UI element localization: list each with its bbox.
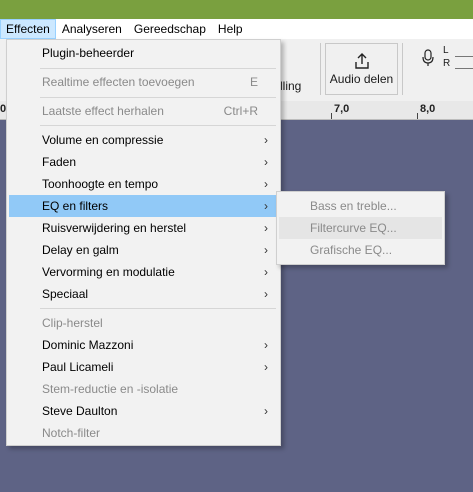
menu-item-eq-filters[interactable]: EQ en filters › bbox=[9, 195, 278, 217]
submenu-arrow-icon: › bbox=[264, 133, 268, 147]
menu-item-volume-compressie[interactable]: Volume en compressie › bbox=[9, 129, 278, 151]
submenu-item-bass-treble: Bass en treble... bbox=[279, 195, 442, 217]
menu-item-realtime-effecten: Realtime effecten toevoegen E bbox=[9, 71, 278, 93]
menu-item-ruisverwijdering[interactable]: Ruisverwijdering en herstel › bbox=[9, 217, 278, 239]
submenu-item-filtercurve-eq: Filtercurve EQ... bbox=[279, 217, 442, 239]
menu-item-label: Clip-herstel bbox=[42, 316, 103, 330]
menu-item-dominic-mazzoni[interactable]: Dominic Mazzoni › bbox=[9, 334, 278, 356]
menu-item-label: Notch-filter bbox=[42, 426, 101, 440]
eq-filters-submenu: Bass en treble... Filtercurve EQ... Graf… bbox=[276, 191, 445, 265]
menu-help[interactable]: Help bbox=[212, 19, 249, 39]
menu-item-faden[interactable]: Faden › bbox=[9, 151, 278, 173]
submenu-arrow-icon: › bbox=[264, 287, 268, 301]
share-upload-icon bbox=[354, 53, 369, 69]
share-audio-label: Audio delen bbox=[329, 72, 394, 86]
menu-separator bbox=[40, 125, 276, 126]
recording-meter[interactable]: L R bbox=[405, 43, 473, 95]
menu-gereedschap[interactable]: Gereedschap bbox=[128, 19, 212, 39]
submenu-arrow-icon: › bbox=[264, 360, 268, 374]
menu-item-label: Ruisverwijdering en herstel bbox=[42, 221, 187, 235]
ruler-tick-label: 7,0 bbox=[334, 103, 350, 115]
menu-item-toonhoogte-tempo[interactable]: Toonhoogte en tempo › bbox=[9, 173, 278, 195]
menu-item-label: Laatste effect herhalen bbox=[42, 104, 164, 118]
submenu-arrow-icon: › bbox=[264, 155, 268, 169]
meter-right-bar bbox=[455, 68, 473, 69]
submenu-arrow-icon: › bbox=[264, 199, 268, 213]
submenu-arrow-icon: › bbox=[264, 265, 268, 279]
meter-right-label: R bbox=[443, 58, 451, 69]
submenu-item-label: Filtercurve EQ... bbox=[310, 221, 397, 235]
menu-item-notch-filter: Notch-filter bbox=[9, 422, 278, 444]
microphone-icon bbox=[422, 49, 434, 66]
submenu-arrow-icon: › bbox=[264, 243, 268, 257]
submenu-arrow-icon: › bbox=[264, 404, 268, 418]
menu-item-label: Volume en compressie bbox=[42, 133, 164, 147]
toolbar-separator bbox=[320, 43, 321, 95]
menu-item-label: EQ en filters bbox=[42, 199, 109, 213]
toolbar-partial-label[interactable]: lling bbox=[280, 79, 301, 93]
effecten-dropdown-menu: Plugin-beheerder Realtime effecten toevo… bbox=[6, 39, 281, 446]
title-strip bbox=[0, 0, 473, 19]
menu-item-label: Speciaal bbox=[42, 287, 89, 301]
menu-item-clip-herstel: Clip-herstel bbox=[9, 312, 278, 334]
menu-item-label: Faden bbox=[42, 155, 77, 169]
menu-item-paul-licameli[interactable]: Paul Licameli › bbox=[9, 356, 278, 378]
menu-separator bbox=[40, 308, 276, 309]
menu-item-label: Plugin-beheerder bbox=[42, 46, 135, 60]
submenu-item-label: Bass en treble... bbox=[310, 199, 397, 213]
menu-separator bbox=[40, 68, 276, 69]
menu-item-label: Toonhoogte en tempo bbox=[42, 177, 159, 191]
menu-effecten[interactable]: Effecten bbox=[0, 19, 56, 39]
menu-item-laatste-effect: Laatste effect herhalen Ctrl+R bbox=[9, 100, 278, 122]
menu-bar: Effecten Analyseren Gereedschap Help bbox=[0, 19, 473, 39]
submenu-item-label: Grafische EQ... bbox=[310, 243, 393, 257]
menu-separator bbox=[40, 97, 276, 98]
menu-item-label: Stem-reductie en -isolatie bbox=[42, 382, 179, 396]
toolbar-separator bbox=[402, 43, 403, 95]
menu-item-label: Realtime effecten toevoegen bbox=[42, 75, 195, 89]
menu-item-label: Steve Daulton bbox=[42, 404, 118, 418]
menu-item-label: Paul Licameli bbox=[42, 360, 114, 374]
menu-item-steve-daulton[interactable]: Steve Daulton › bbox=[9, 400, 278, 422]
menu-item-stem-reductie: Stem-reductie en -isolatie bbox=[9, 378, 278, 400]
ruler-tick-label: 8,0 bbox=[420, 103, 436, 115]
menu-item-label: Vervorming en modulatie bbox=[42, 265, 175, 279]
menu-analyseren[interactable]: Analyseren bbox=[56, 19, 128, 39]
submenu-item-grafische-eq: Grafische EQ... bbox=[279, 239, 442, 261]
menu-item-delay-galm[interactable]: Delay en galm › bbox=[9, 239, 278, 261]
menu-item-speciaal[interactable]: Speciaal › bbox=[9, 283, 278, 305]
submenu-arrow-icon: › bbox=[264, 338, 268, 352]
submenu-arrow-icon: › bbox=[264, 221, 268, 235]
ruler-tick-mark bbox=[417, 113, 418, 119]
menu-item-shortcut: Ctrl+R bbox=[223, 104, 258, 118]
share-audio-button[interactable]: Audio delen bbox=[325, 43, 398, 95]
meter-left-label: L bbox=[443, 45, 449, 56]
menu-item-label: Delay en galm bbox=[42, 243, 119, 257]
submenu-arrow-icon: › bbox=[264, 177, 268, 191]
menu-item-shortcut: E bbox=[249, 75, 258, 89]
menu-item-plugin-beheerder[interactable]: Plugin-beheerder bbox=[9, 42, 278, 64]
ruler-tick-mark bbox=[331, 113, 332, 119]
meter-left-bar bbox=[455, 56, 473, 57]
menu-item-vervorming-modulatie[interactable]: Vervorming en modulatie › bbox=[9, 261, 278, 283]
menu-item-label: Dominic Mazzoni bbox=[42, 338, 134, 352]
